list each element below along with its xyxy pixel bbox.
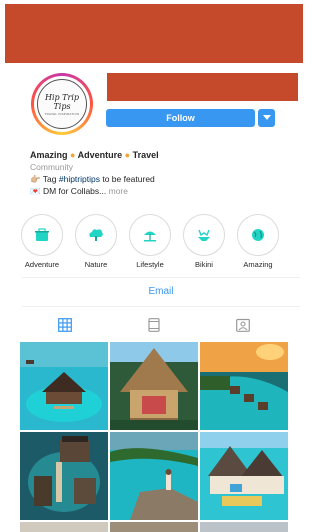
post-thumbnail[interactable] <box>200 342 288 430</box>
luggage-icon <box>35 228 49 241</box>
post-thumbnail[interactable] <box>110 342 198 430</box>
highlight-amazing[interactable]: Amazing <box>236 214 280 269</box>
post-image <box>20 342 108 430</box>
redacted-header <box>5 4 303 63</box>
post-thumbnail[interactable] <box>20 342 108 430</box>
logo-text: Hip Trip Tips <box>44 92 80 111</box>
beach-icon <box>144 231 156 242</box>
dot-icon: ● <box>70 150 76 160</box>
more-link[interactable]: more <box>109 186 128 196</box>
logo-subtext: TRAVEL INSPIRATION <box>44 111 80 116</box>
post-image <box>200 432 288 520</box>
tagged-icon <box>236 318 250 332</box>
highlight-label: Adventure <box>24 260 60 269</box>
redacted-username <box>107 73 298 101</box>
email-button[interactable]: Email <box>22 286 300 297</box>
post-image <box>110 432 198 520</box>
tab-feed[interactable] <box>139 311 169 339</box>
highlight-label: Amazing <box>243 260 273 269</box>
profile-tabs <box>22 311 300 341</box>
post-thumbnail[interactable] <box>110 432 198 520</box>
bio-title: Amazing ● Adventure ● Travel <box>30 150 159 160</box>
bio-line-tag: 👉🏼 Tag #hiptriptips to be featured <box>30 174 155 184</box>
grid-icon <box>58 318 72 332</box>
highlight-adventure[interactable]: Adventure <box>20 214 64 269</box>
highlight-bikini[interactable]: Bikini <box>182 214 226 269</box>
story-highlights: Adventure Nature Lifestyle Bikini Amazin… <box>20 214 300 270</box>
dot-icon: ● <box>124 150 131 160</box>
highlight-label: Nature <box>84 260 108 269</box>
tab-tagged[interactable] <box>228 311 258 339</box>
highlight-lifestyle[interactable]: Lifestyle <box>128 214 172 269</box>
post-image <box>20 432 108 520</box>
follow-button[interactable]: Follow <box>106 109 255 127</box>
avatar-logo: Hip Trip Tips TRAVEL INSPIRATION <box>37 79 87 129</box>
post-image <box>200 342 288 430</box>
bio-category: Community <box>30 162 73 172</box>
tree-icon <box>89 229 103 241</box>
post-thumbnail[interactable] <box>200 432 288 520</box>
suggestions-dropdown-button[interactable] <box>258 109 275 127</box>
hashtag-link[interactable]: #hiptriptips <box>59 174 100 184</box>
divider <box>22 277 300 278</box>
bio-line-dm: 💌 DM for Collabs... more <box>30 186 128 196</box>
post-image <box>110 342 198 430</box>
tab-grid[interactable] <box>50 311 80 339</box>
profile-avatar[interactable]: Hip Trip Tips TRAVEL INSPIRATION <box>31 73 93 135</box>
divider <box>22 306 300 307</box>
highlight-label: Bikini <box>195 260 213 269</box>
post-thumbnail[interactable] <box>20 432 108 520</box>
profile-bio: Amazing ● Adventure ● Travel Community 👉… <box>30 149 300 197</box>
highlight-label: Lifestyle <box>136 260 164 269</box>
highlight-nature[interactable]: Nature <box>74 214 118 269</box>
bikini-icon <box>198 229 210 241</box>
feed-icon <box>148 318 160 332</box>
caret-down-icon <box>262 115 271 120</box>
globe-icon <box>252 229 264 241</box>
